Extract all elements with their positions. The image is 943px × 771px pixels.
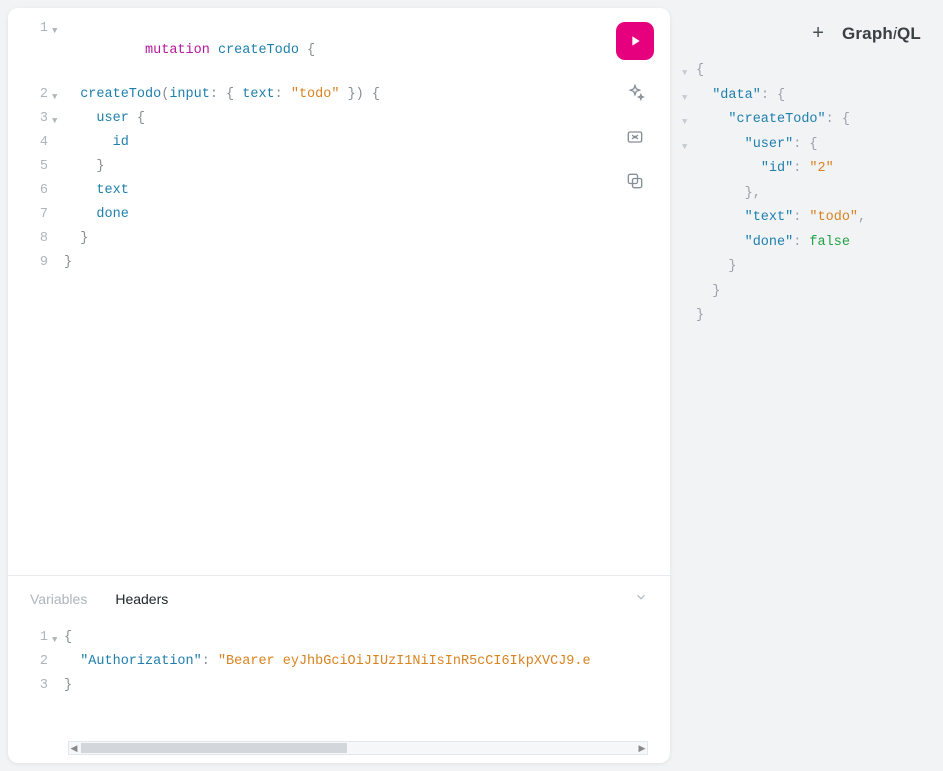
merge-icon — [625, 127, 645, 147]
json-string: "Bearer eyJhbGciOiJIUzI1NiIsInR5cCI6IkpX… — [218, 654, 591, 669]
fold-toggle-icon[interactable]: ▼ — [52, 84, 64, 108]
copy-icon — [625, 171, 645, 191]
horizontal-scrollbar[interactable]: ◀ ▶ — [68, 741, 648, 755]
input-key: text — [242, 87, 274, 102]
code-line: 3 } — [8, 675, 670, 699]
tab-variables[interactable]: Variables — [30, 591, 87, 607]
variables-headers-panel: Variables Headers 1 ▼ { 2 "Authorization… — [8, 575, 670, 763]
line-number: 3 — [8, 108, 52, 132]
json-key: "id" — [761, 161, 793, 176]
json-key: "createTodo" — [728, 112, 825, 127]
response-panel: + GraphiQL ▼{ ▼ "data": { ▼ "createTodo"… — [678, 0, 943, 771]
execute-button[interactable] — [616, 22, 654, 60]
code-line: 3 ▼ user { — [8, 108, 670, 132]
line-number: 6 — [8, 180, 52, 204]
merge-button[interactable] — [624, 126, 646, 148]
add-tab-button[interactable]: + — [812, 22, 824, 45]
code-line: 1 ▼ { — [8, 627, 670, 651]
code-line: 2 ▼ createTodo(input: { text: "todo" }) … — [8, 84, 670, 108]
header: + GraphiQL — [812, 22, 921, 45]
json-key: "data" — [712, 88, 761, 103]
sparkle-icon — [625, 83, 645, 103]
line-number: 9 — [8, 252, 52, 276]
fold-toggle-icon[interactable]: ▼ — [682, 109, 696, 134]
query-panel: 1 ▼ mutation createTodo { 2 ▼ createTodo… — [8, 8, 670, 763]
code-line: 9 } — [8, 252, 670, 276]
scroll-right-icon[interactable]: ▶ — [637, 743, 647, 754]
json-string: "2" — [809, 161, 833, 176]
fold-toggle-icon[interactable]: ▼ — [52, 18, 64, 84]
json-key: "user" — [745, 137, 794, 152]
tabbar: Variables Headers — [8, 576, 670, 621]
prettify-button[interactable] — [624, 82, 646, 104]
code-line: 4 id — [8, 132, 670, 156]
code-line: 8 } — [8, 228, 670, 252]
collapse-panel-button[interactable] — [634, 590, 648, 607]
line-number: 1 — [8, 18, 52, 84]
chevron-down-icon — [634, 590, 648, 604]
field-name: createTodo — [80, 87, 161, 102]
play-icon — [627, 33, 643, 49]
keyword-mutation: mutation — [145, 43, 210, 58]
json-string: "todo" — [809, 210, 858, 225]
fold-toggle-icon[interactable]: ▼ — [682, 134, 696, 159]
json-key: "text" — [745, 210, 794, 225]
graphiql-logo: GraphiQL — [842, 24, 921, 44]
fold-toggle-icon[interactable]: ▼ — [52, 108, 64, 132]
fold-toggle-icon[interactable]: ▼ — [682, 60, 696, 85]
field-name: text — [96, 183, 128, 198]
field-name: id — [113, 135, 129, 150]
line-number: 8 — [8, 228, 52, 252]
headers-editor[interactable]: 1 ▼ { 2 "Authorization": "Bearer eyJhbGc… — [8, 621, 670, 741]
line-number: 1 — [8, 627, 52, 651]
response-viewer[interactable]: ▼{ ▼ "data": { ▼ "createTodo": { ▼ "user… — [678, 60, 943, 330]
line-number: 4 — [8, 132, 52, 156]
field-name: done — [96, 207, 128, 222]
tab-headers[interactable]: Headers — [115, 591, 168, 607]
code-line: 1 ▼ mutation createTodo { — [8, 18, 670, 84]
scrollbar-thumb[interactable] — [81, 743, 347, 753]
line-number: 2 — [8, 84, 52, 108]
copy-button[interactable] — [624, 170, 646, 192]
json-key: "done" — [745, 235, 794, 250]
line-number: 2 — [8, 651, 52, 675]
code-line: 7 done — [8, 204, 670, 228]
field-name: user — [96, 111, 128, 126]
query-editor[interactable]: 1 ▼ mutation createTodo { 2 ▼ createTodo… — [8, 8, 670, 575]
query-editor-area: 1 ▼ mutation createTodo { 2 ▼ createTodo… — [8, 8, 670, 575]
line-number: 5 — [8, 156, 52, 180]
fold-toggle-icon[interactable]: ▼ — [52, 627, 64, 651]
code-line: 6 text — [8, 180, 670, 204]
json-boolean: false — [809, 235, 850, 250]
string-literal: "todo" — [291, 87, 340, 102]
argument-name: input — [169, 87, 210, 102]
code-line: 5 } — [8, 156, 670, 180]
scroll-left-icon[interactable]: ◀ — [69, 743, 79, 754]
operation-name: createTodo — [218, 43, 299, 58]
code-line: 2 "Authorization": "Bearer eyJhbGciOiJIU… — [8, 651, 670, 675]
editor-toolbar — [616, 22, 654, 192]
fold-toggle-icon[interactable]: ▼ — [682, 85, 696, 110]
json-key: "Authorization" — [80, 654, 202, 669]
line-number: 7 — [8, 204, 52, 228]
line-number: 3 — [8, 675, 52, 699]
